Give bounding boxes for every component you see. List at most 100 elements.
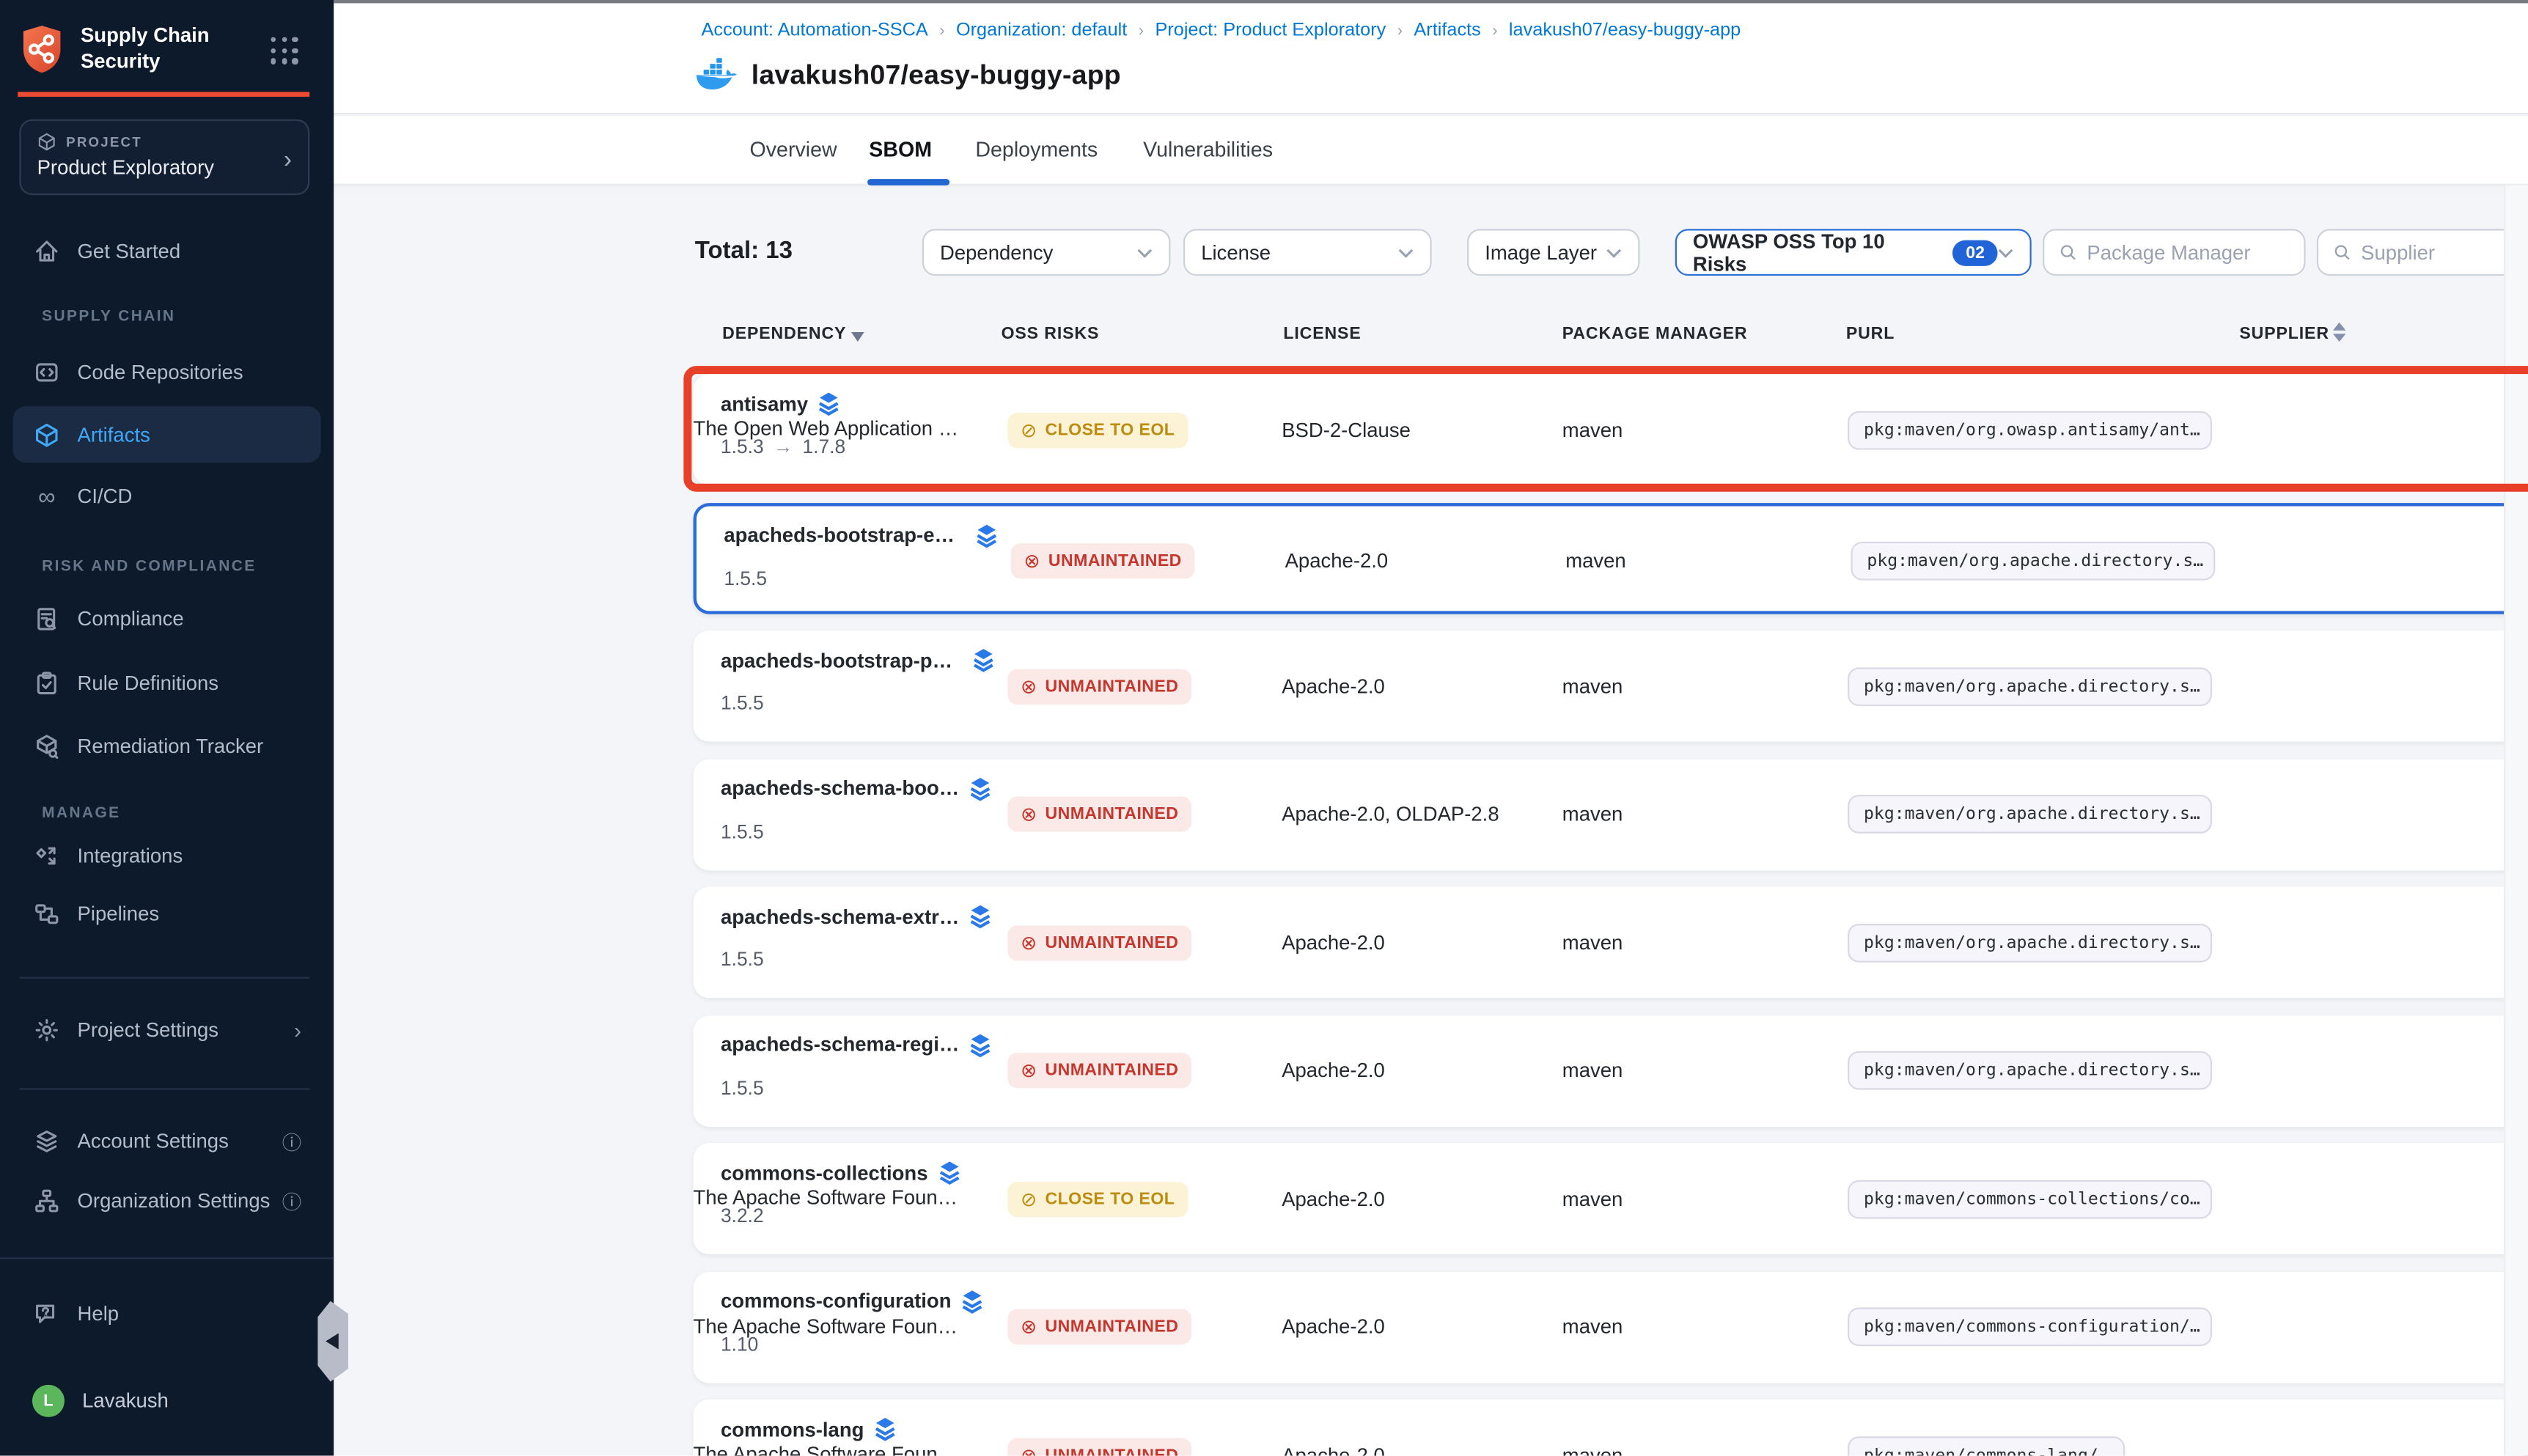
chevron-down-icon (1998, 248, 2014, 257)
table-row[interactable]: apacheds-schema-boo… 1.5.5 ⊗ UNMAINTAINE… (694, 759, 2528, 870)
dependency-version: 1.5.3→1.7.8 (721, 435, 845, 458)
sidebar-item-pipelines[interactable]: Pipelines (13, 889, 321, 940)
purl-chip[interactable]: pkg:maven/org.apache.directory.s… (1848, 923, 2212, 962)
dependency-name: apacheds-schema-regi… (721, 1034, 959, 1056)
risk-label: CLOSE TO EOL (1046, 1189, 1175, 1208)
risk-badge: ⊗ UNMAINTAINED (1007, 1309, 1191, 1345)
supplier-cell (694, 1015, 964, 1126)
layers-icon[interactable] (975, 523, 998, 548)
table-row[interactable]: apacheds-schema-regi… 1.5.5 ⊗ UNMAINTAIN… (694, 1015, 2528, 1126)
supplier-input[interactable] (2361, 241, 2528, 264)
layers-icon[interactable] (969, 1032, 992, 1056)
table-row[interactable]: apacheds-bootstrap-pa… 1.5.5 ⊗ UNMAINTAI… (694, 630, 2528, 742)
oss-risk-cell: ⊗ UNMAINTAINED (1011, 505, 1195, 617)
layers-icon[interactable] (972, 648, 995, 672)
page-header: Account: Automation-SSCA › Organization: … (334, 0, 2528, 114)
tab-vulnerabilities[interactable]: Vulnerabilities (1143, 137, 1273, 161)
purl-cell: pkg:maven/org.apache.directory.s… (1848, 1015, 2212, 1126)
table-row[interactable]: apacheds-bootstrap-ex… 1.5.5 ⊗ UNMAINTAI… (694, 502, 2528, 614)
dependency-version: 1.5.5 (721, 820, 764, 842)
sidebar-item-account-settings[interactable]: Account Settings ⓘ (13, 1116, 321, 1167)
breadcrumb-organization[interactable]: Organization: default (956, 21, 1127, 40)
sidebar-item-help[interactable]: Help (13, 1288, 321, 1339)
total-count: Total: 13 (695, 237, 793, 264)
app-window: Supply Chain Security PROJECT Product Ex… (0, 0, 2528, 1456)
sidebar-item-cicd[interactable]: ∞ CI/CD (13, 471, 321, 522)
dependency-version: 1.5.5 (721, 948, 764, 971)
user-menu[interactable]: L Lavakush (13, 1382, 321, 1421)
risk-label: UNMAINTAINED (1046, 1061, 1179, 1080)
table-row[interactable]: commons-collections 3.2.2 ⊘ CLOSE TO EOL… (694, 1143, 2528, 1254)
project-selector[interactable]: PROJECT Product Exploratory › (19, 120, 309, 195)
table-row[interactable]: apacheds-schema-extr… 1.5.5 ⊗ UNMAINTAIN… (694, 886, 2528, 998)
sort-toggle-icon[interactable] (2333, 323, 2346, 342)
sidebar-item-organization-settings[interactable]: Organization Settings ⓘ (13, 1175, 321, 1227)
supplier-cell: The Apache Software Foun… (694, 1143, 964, 1254)
supplier-cell (694, 759, 964, 870)
breadcrumb-account[interactable]: Account: Automation-SSCA (702, 21, 928, 40)
risk-badge: ⊗ UNMAINTAINED (1007, 1437, 1191, 1455)
table-row[interactable]: antisamy 1.5.3→1.7.8 ⊘ CLOSE TO EOL BSD-… (694, 374, 2528, 485)
sidebar-item-compliance[interactable]: Compliance (13, 593, 321, 644)
package-manager-cell: maven (1562, 374, 1623, 485)
scrollbar-track[interactable] (2504, 185, 2528, 1456)
sidebar-item-remediation-tracker[interactable]: Remediation Tracker (13, 721, 321, 772)
info-icon[interactable]: ⓘ (282, 1188, 301, 1215)
sidebar-item-integrations[interactable]: Integrations (13, 830, 321, 881)
col-supplier[interactable]: SUPPLIER (2239, 324, 2329, 343)
tab-sbom[interactable]: SBOM (869, 137, 932, 161)
package-manager-search (2043, 229, 2305, 276)
sidebar-item-project-settings[interactable]: Project Settings › (13, 1004, 321, 1056)
package-manager-cell: maven (1562, 1271, 1623, 1383)
purl-chip[interactable]: pkg:maven/org.owasp.antisamy/ant… (1848, 411, 2212, 449)
oss-risk-cell: ⊗ UNMAINTAINED (1007, 1400, 1191, 1456)
purl-chip[interactable]: pkg:maven/commons-collections/co… (1848, 1180, 2212, 1218)
risk-icon: ⊗ (1021, 1059, 1037, 1082)
tab-overview[interactable]: Overview (750, 137, 837, 161)
purl-chip[interactable]: pkg:maven/org.apache.directory.s… (1848, 795, 2212, 834)
filter-image-layer[interactable]: Image Layer (1467, 229, 1639, 276)
filter-license[interactable]: License (1183, 229, 1432, 276)
purl-cell: pkg:maven/commons-collections/co… (1848, 1143, 2212, 1254)
layers-icon[interactable] (874, 1417, 897, 1441)
sort-descending-icon[interactable] (851, 332, 864, 342)
breadcrumb-artifacts[interactable]: Artifacts (1414, 21, 1480, 40)
filter-owasp-risks[interactable]: OWASP OSS Top 10 Risks 02 (1675, 229, 2032, 276)
risk-badge: ⊗ UNMAINTAINED (1007, 1053, 1191, 1088)
purl-chip[interactable]: pkg:maven/org.apache.directory.s… (1851, 542, 2215, 581)
breadcrumb-project[interactable]: Project: Product Exploratory (1155, 21, 1386, 40)
table-row[interactable]: commons-lang ⊗ UNMAINTAINED Apache-2.0 m… (694, 1400, 2528, 1456)
package-manager-input[interactable] (2087, 241, 2289, 264)
purl-chip[interactable]: pkg:maven/commons-configuration/… (1848, 1307, 2212, 1346)
info-icon[interactable]: ⓘ (282, 1128, 301, 1155)
pipelines-icon (34, 901, 59, 927)
license-cell: Apache-2.0 (1282, 1400, 1385, 1456)
layers-icon[interactable] (817, 391, 840, 416)
layers-icon[interactable] (969, 905, 992, 929)
table-row[interactable]: commons-configuration 1.10 ⊗ UNMAINTAINE… (694, 1271, 2528, 1383)
chevron-down-icon (1398, 248, 1414, 257)
breadcrumb-separator: › (1397, 22, 1403, 40)
dependency-name: apacheds-bootstrap-pa… (721, 649, 963, 672)
purl-chip[interactable]: pkg:maven/org.apache.directory.s… (1848, 1051, 2212, 1090)
layers-icon[interactable] (969, 776, 992, 801)
sidebar-collapse-handle[interactable] (317, 1301, 348, 1382)
purl-chip[interactable]: pkg:maven/commons-lang/… (1848, 1435, 2125, 1455)
layers-icon[interactable] (938, 1161, 960, 1185)
sidebar-item-get-started[interactable]: Get Started (13, 226, 321, 277)
sidebar-item-rule-definitions[interactable]: Rule Definitions (13, 658, 321, 709)
sidebar-item-code-repositories[interactable]: Code Repositories (13, 347, 321, 398)
layers-icon[interactable] (961, 1289, 984, 1313)
risk-icon: ⊗ (1021, 1444, 1037, 1455)
purl-chip[interactable]: pkg:maven/org.apache.directory.s… (1848, 666, 2212, 705)
risk-badge: ⊗ UNMAINTAINED (1011, 543, 1195, 578)
breadcrumb-current[interactable]: lavakush07/easy-buggy-app (1509, 21, 1741, 40)
app-switcher-icon[interactable] (271, 37, 298, 65)
license-cell: Apache-2.0 (1282, 1015, 1385, 1126)
supplier-search (2317, 229, 2528, 276)
sidebar-item-artifacts[interactable]: Artifacts (13, 406, 321, 463)
risk-label: UNMAINTAINED (1046, 676, 1179, 695)
tab-deployments[interactable]: Deployments (975, 137, 1098, 161)
col-dependency[interactable]: DEPENDENCY (722, 324, 846, 343)
filter-dependency[interactable]: Dependency (922, 229, 1171, 276)
